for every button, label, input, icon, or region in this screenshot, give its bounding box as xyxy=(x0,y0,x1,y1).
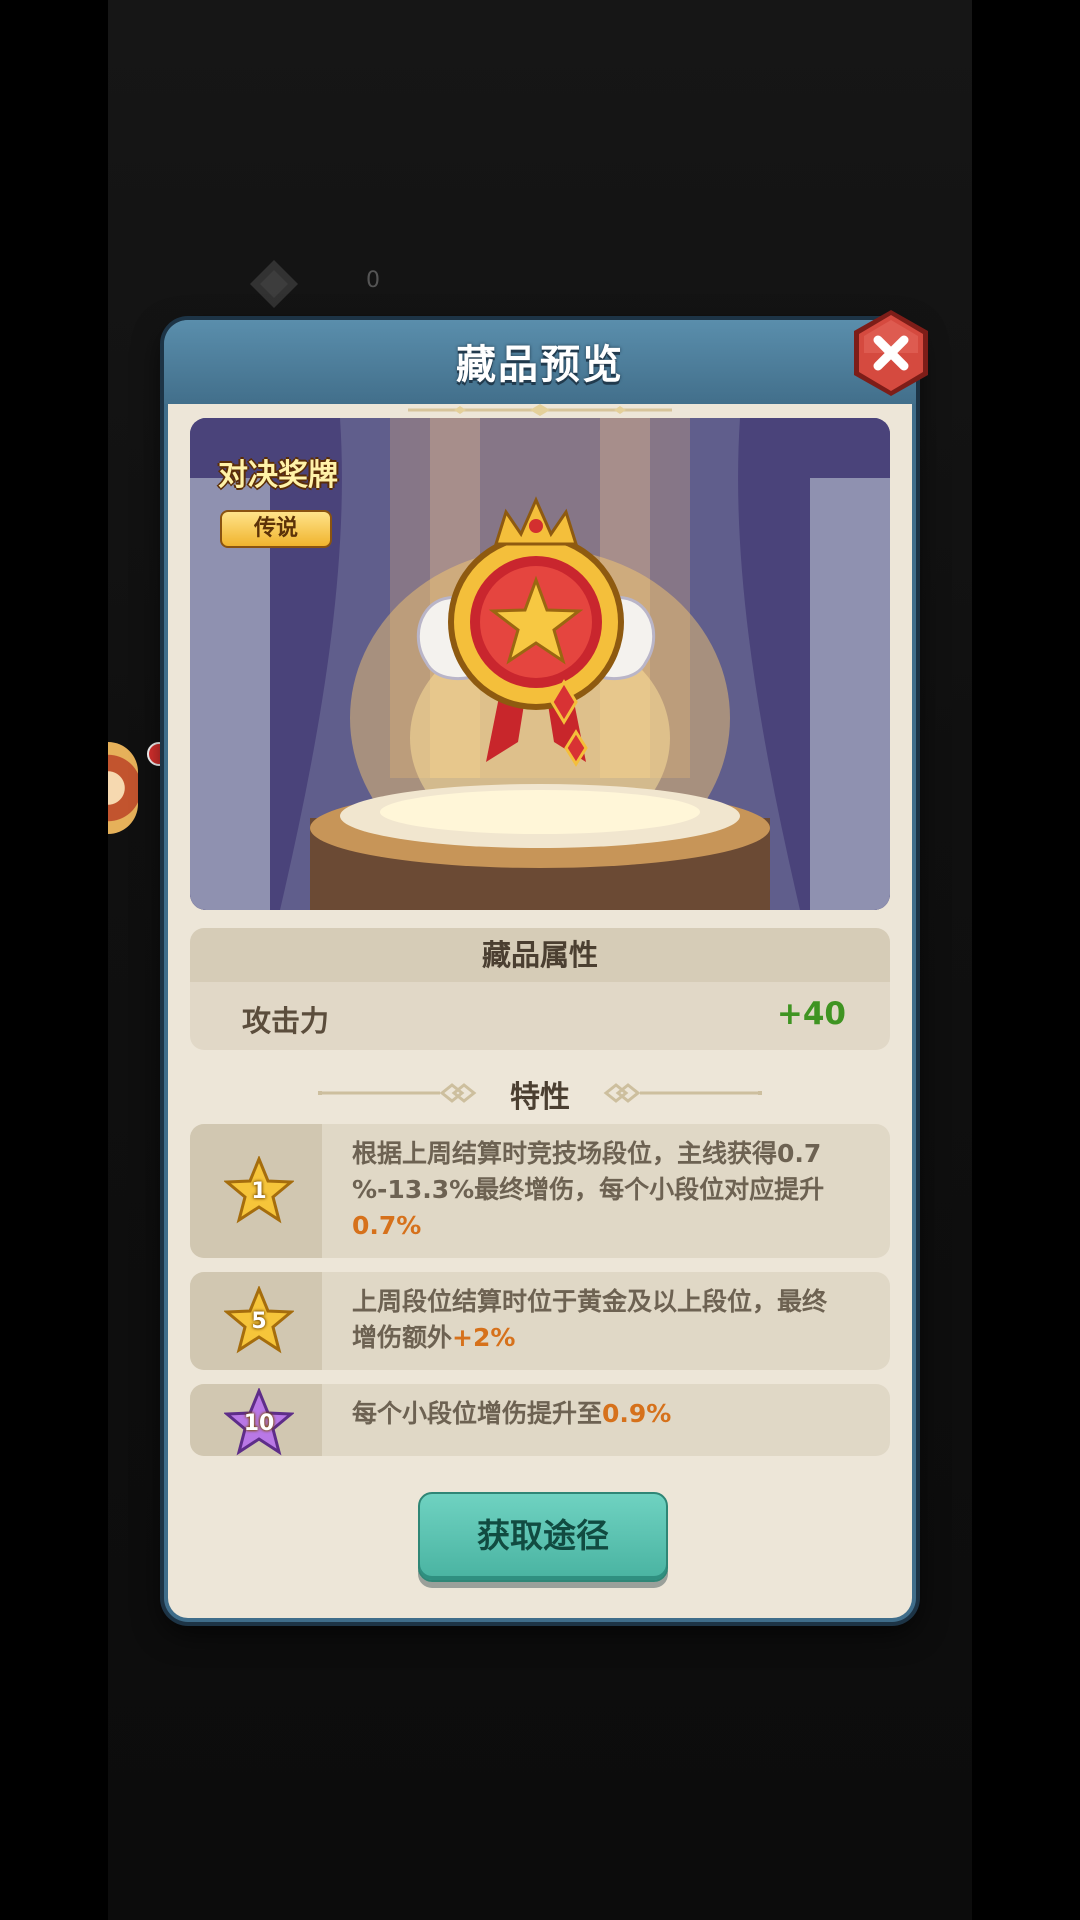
trait-star-cell: 1 xyxy=(190,1124,322,1258)
trait-text-line-2: 增伤额外 xyxy=(352,1323,453,1352)
trait-description: 上周段位结算时位于黄金及以上段位，最终 增伤额外+2% xyxy=(352,1284,862,1356)
trait-row-2: 5 上周段位结算时位于黄金及以上段位，最终 增伤额外+2% xyxy=(190,1272,890,1370)
winged-star-medal-icon xyxy=(416,496,656,767)
trait-star-level: 1 xyxy=(251,1179,267,1204)
trait-text-line-2: %-13.3%最终增伤，每个小段位对应提升 xyxy=(352,1175,825,1204)
rarity-badge: 传说 xyxy=(220,510,332,548)
dialog-title: 藏品预览 xyxy=(456,342,624,388)
trait-text-line-1: 根据上周结算时竞技场段位，主线获得0.7 xyxy=(352,1139,822,1168)
trait-highlight: 0.9% xyxy=(602,1399,672,1428)
item-name: 对决奖牌 xyxy=(218,458,338,493)
attribute-name: 攻击力 xyxy=(242,1004,330,1038)
attribute-value: +40 xyxy=(776,996,846,1032)
trait-row-1: 1 根据上周结算时竞技场段位，主线获得0.7 %-13.3%最终增伤，每个小段位… xyxy=(190,1124,890,1258)
trait-star-level: 5 xyxy=(251,1309,267,1334)
attributes-header: 藏品属性 xyxy=(190,928,890,982)
obtain-method-button[interactable]: 获取途径 xyxy=(418,1492,668,1582)
background-counter: 0 xyxy=(366,268,380,293)
trait-text-line-1: 每个小段位增伤提升至 xyxy=(352,1399,603,1428)
item-showcase: 对决奖牌 传说 xyxy=(190,418,890,910)
trait-star-cell: 5 xyxy=(190,1272,322,1370)
trait-star-cell: 10 xyxy=(190,1384,322,1456)
trait-text-line-1: 上周段位结算时位于黄金及以上段位，最终 xyxy=(352,1287,828,1316)
attribute-row: 攻击力 +40 xyxy=(190,982,890,1050)
trait-description: 根据上周结算时竞技场段位，主线获得0.7 %-13.3%最终增伤，每个小段位对应… xyxy=(352,1136,862,1244)
close-icon[interactable] xyxy=(850,308,932,398)
dialog-header: 藏品预览 xyxy=(164,320,916,404)
trait-description: 每个小段位增伤提升至0.9% xyxy=(352,1396,862,1432)
trait-row-3: 10 每个小段位增伤提升至0.9% xyxy=(190,1384,890,1456)
traits-header: 特性 xyxy=(510,1080,570,1115)
trait-highlight: +2% xyxy=(452,1323,516,1352)
attributes-panel: 藏品属性 攻击力 +40 xyxy=(190,928,890,1050)
trait-highlight: 0.7% xyxy=(352,1211,422,1240)
trait-star-level: 10 xyxy=(243,1411,275,1436)
rank-badge-icon xyxy=(250,260,298,308)
